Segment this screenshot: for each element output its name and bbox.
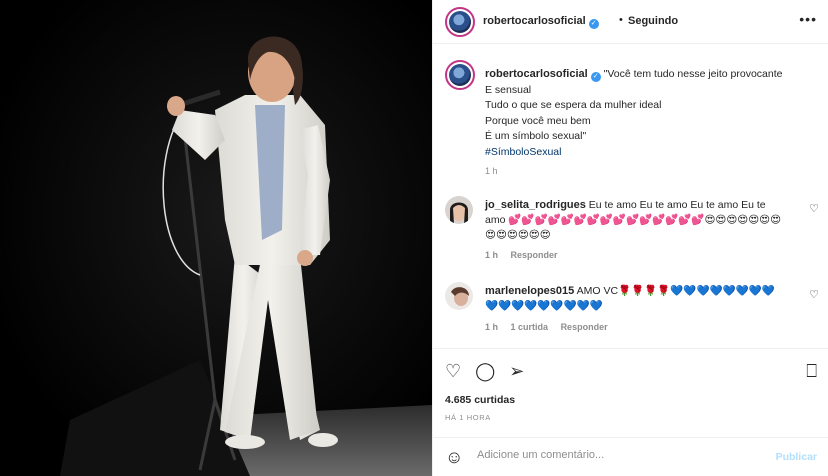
comment-username[interactable]: jo_selita_rodrigues — [485, 199, 586, 211]
caption-line-3: Tudo o que se espera da mulher ideal — [485, 99, 662, 111]
verified-badge-icon: ✓ — [590, 72, 601, 82]
like-heart-icon[interactable]: ♡ — [445, 361, 461, 381]
comment-body: jo_selita_rodrigues Eu te amo Eu te amo … — [485, 198, 785, 243]
caption-username[interactable]: robertocarlosoficial — [485, 68, 588, 80]
post-header: robertocarlosoficial ✓ • Seguindo ••• — [433, 0, 828, 44]
reply-button[interactable]: Responder — [561, 322, 608, 332]
comment-body: marlenelopes015 AMO VC🌹🌹🌹🌹💙💙💙💙💙💙💙💙💙💙💙💙💙💙… — [485, 284, 785, 314]
post-details-panel: robertocarlosoficial ✓ • Seguindo ••• rob… — [432, 0, 828, 476]
comment-username[interactable]: marlenelopes015 — [485, 285, 574, 297]
caption-line-2: E sensual — [485, 83, 532, 96]
publish-button[interactable]: Publicar — [776, 451, 817, 463]
following-button[interactable]: Seguindo — [628, 15, 678, 27]
save-bookmark-icon[interactable]: ⎕ — [806, 361, 817, 381]
share-send-icon[interactable]: ➢ — [509, 361, 524, 381]
caption-hashtag[interactable]: #SímboloSexual — [485, 145, 805, 161]
reply-button[interactable]: Responder — [511, 250, 558, 260]
comment-timestamp[interactable]: 1 h — [485, 250, 498, 260]
instagram-post-modal: robertocarlosoficial ✓ • Seguindo ••• rob… — [0, 0, 828, 476]
caption-line-5: É um símbolo sexual" — [485, 130, 587, 142]
separator-dot: • — [619, 14, 623, 26]
add-comment-bar: ☺ Publicar — [433, 437, 828, 476]
caption-text: robertocarlosoficial ✓ "Você tem tudo nes… — [485, 67, 805, 160]
emoji-picker-icon[interactable]: ☺ — [445, 447, 463, 468]
post-age[interactable]: HÁ 1 HORA — [445, 413, 491, 422]
comment-meta: 1 h 1 curtida Responder — [485, 322, 618, 332]
comment-timestamp[interactable]: 1 h — [485, 322, 498, 332]
comment-bubble-icon[interactable]: ◯ — [475, 361, 495, 381]
caption-avatar[interactable] — [445, 60, 475, 90]
like-comment-heart-icon[interactable]: ♡ — [809, 288, 819, 301]
likes-count[interactable]: 4.685 curtidas — [445, 394, 515, 406]
comment-input[interactable] — [477, 449, 757, 461]
comment-likes-count[interactable]: 1 curtida — [511, 322, 549, 332]
performer-on-stage-image — [0, 0, 432, 476]
caption-line-1: "Você tem tudo nesse jeito provocante — [603, 68, 783, 80]
comment-avatar[interactable] — [445, 196, 473, 224]
caption-timestamp[interactable]: 1 h — [485, 166, 498, 176]
caption-line-4: Porque você meu bem — [485, 114, 591, 127]
comment-avatar[interactable] — [445, 282, 473, 310]
author-username[interactable]: robertocarlosoficial ✓ — [483, 15, 599, 29]
post-photo[interactable] — [0, 0, 432, 476]
more-options-icon[interactable]: ••• — [799, 11, 817, 27]
verified-badge-icon: ✓ — [588, 19, 599, 29]
post-actions: ♡ ◯ ➢ ⎕ 4.685 curtidas HÁ 1 HORA ☺ Publi… — [433, 348, 828, 476]
author-username-text[interactable]: robertocarlosoficial — [483, 15, 586, 27]
like-comment-heart-icon[interactable]: ♡ — [809, 202, 819, 215]
author-avatar[interactable] — [445, 7, 475, 37]
comment-meta: 1 h Responder — [485, 250, 568, 260]
action-icons: ♡ ◯ ➢ — [445, 361, 524, 381]
